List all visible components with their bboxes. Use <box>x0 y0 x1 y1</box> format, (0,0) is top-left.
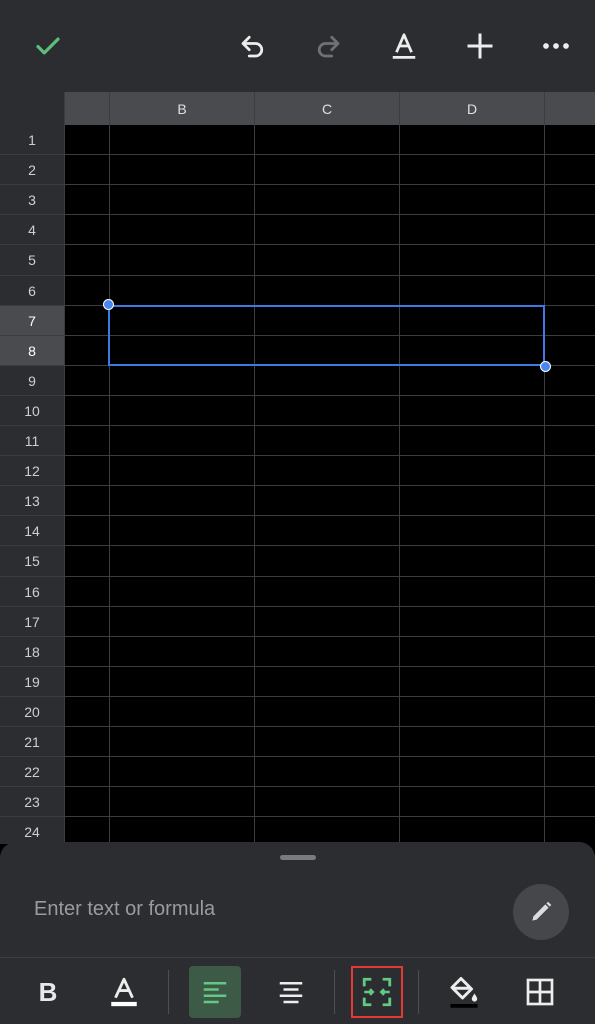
separator <box>168 970 169 1014</box>
row-header[interactable]: 3 <box>0 185 64 216</box>
row-header[interactable]: 23 <box>0 787 64 818</box>
pencil-icon <box>532 901 552 921</box>
grid-line <box>0 635 595 637</box>
grid-line <box>0 184 595 186</box>
grid-line <box>544 92 545 844</box>
more-icon[interactable] <box>536 26 576 66</box>
grid-line <box>0 425 595 426</box>
row-header[interactable]: 21 <box>0 727 64 757</box>
row-header[interactable]: 2 <box>0 155 64 186</box>
row-header[interactable]: 14 <box>0 516 64 547</box>
borders-icon <box>526 978 554 1006</box>
selection-handle-bottom-right[interactable] <box>540 361 551 372</box>
add-icon[interactable] <box>460 26 500 66</box>
row-header[interactable]: 22 <box>0 757 64 788</box>
merge-cells-button[interactable] <box>351 966 403 1018</box>
grid-line <box>0 756 595 758</box>
row-header[interactable]: 10 <box>0 395 64 426</box>
row-header[interactable]: 4 <box>0 215 64 246</box>
grid-line <box>0 274 595 276</box>
undo-icon[interactable] <box>233 26 273 66</box>
grid-line <box>0 575 595 577</box>
row-header[interactable]: 9 <box>0 365 64 396</box>
selection-handle-top-left[interactable] <box>103 299 114 310</box>
grid-line <box>0 244 595 246</box>
align-center-icon <box>279 982 303 1004</box>
drag-handle[interactable] <box>280 855 316 860</box>
grid-line <box>0 455 595 457</box>
align-left-icon <box>203 982 227 1004</box>
row-header[interactable]: 17 <box>0 606 64 637</box>
grid-line <box>0 695 595 697</box>
grid-line <box>0 214 595 216</box>
row-header[interactable]: 6 <box>0 275 64 306</box>
fill-color-button[interactable] <box>438 966 490 1018</box>
row-header[interactable]: 24 <box>0 817 64 844</box>
row-header[interactable]: 11 <box>0 426 64 456</box>
grid-line <box>0 485 595 487</box>
fill-color-icon <box>450 977 478 1008</box>
row-header[interactable]: 20 <box>0 696 64 727</box>
grid-line <box>0 816 595 818</box>
formula-input[interactable]: Enter text or formula <box>34 898 215 921</box>
grid-line <box>0 605 595 607</box>
check-icon[interactable] <box>28 26 68 66</box>
text-color-icon <box>111 977 137 1007</box>
row-header[interactable]: 19 <box>0 666 64 697</box>
grid-line <box>64 92 65 844</box>
row-header[interactable]: 7 <box>0 305 64 336</box>
separator <box>418 970 419 1014</box>
edit-button[interactable] <box>513 884 569 940</box>
spreadsheet-grid[interactable]: B C D 1 2 3 4 5 6 7 8 9 10 11 12 13 14 15 16 17 18 19 20 21 2… <box>0 92 595 844</box>
separator <box>334 970 335 1014</box>
bold-button[interactable]: B <box>22 966 74 1018</box>
column-header-d[interactable]: D <box>400 92 544 125</box>
row-header[interactable]: 18 <box>0 636 64 667</box>
row-header[interactable]: 12 <box>0 456 64 487</box>
row-header[interactable]: 16 <box>0 576 64 607</box>
top-toolbar <box>0 0 595 92</box>
borders-button[interactable] <box>514 966 566 1018</box>
row-header[interactable]: 15 <box>0 546 64 577</box>
text-format-icon[interactable] <box>384 26 424 66</box>
grid-line <box>0 154 595 156</box>
row-header[interactable]: 5 <box>0 245 64 276</box>
grid-line <box>399 92 400 844</box>
merge-cells-icon <box>362 977 392 1007</box>
grid-line <box>254 92 255 844</box>
row-header[interactable]: 13 <box>0 486 64 517</box>
grid-line <box>0 726 595 727</box>
column-header-a[interactable] <box>65 92 109 125</box>
redo-icon[interactable] <box>308 26 348 66</box>
grid-line <box>0 786 595 788</box>
column-header-b[interactable]: B <box>110 92 254 125</box>
grid-line <box>109 92 110 844</box>
align-left-button[interactable] <box>189 966 241 1018</box>
grid-line <box>0 665 595 667</box>
align-center-button[interactable] <box>265 966 317 1018</box>
text-color-button[interactable] <box>98 966 150 1018</box>
column-header-e[interactable] <box>545 92 595 125</box>
row-header[interactable]: 1 <box>0 125 64 155</box>
column-header-c[interactable]: C <box>255 92 399 125</box>
grid-line <box>0 394 595 396</box>
divider <box>0 957 595 958</box>
grid-line <box>0 545 595 547</box>
bold-icon: B <box>38 976 58 1007</box>
cell-selection[interactable] <box>108 305 545 366</box>
grid-line <box>0 515 595 517</box>
row-header[interactable]: 8 <box>0 335 64 366</box>
